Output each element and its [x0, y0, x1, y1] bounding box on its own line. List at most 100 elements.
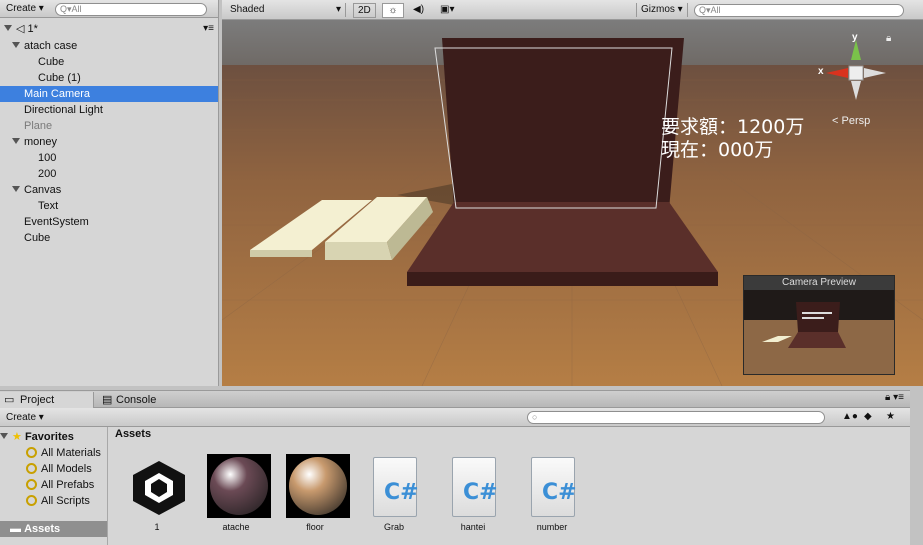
effects-toggle-icon[interactable]: ▣▾: [436, 3, 466, 17]
scene-name: 1*: [27, 23, 38, 35]
hierarchy-item-label: Cube: [38, 56, 65, 68]
asset-label: atache: [222, 522, 250, 532]
hierarchy-item[interactable]: Plane: [0, 118, 218, 134]
hierarchy-item[interactable]: Cube: [0, 54, 218, 70]
hierarchy-item[interactable]: Canvas: [0, 182, 218, 198]
lighting-toggle-icon[interactable]: ☼: [382, 3, 404, 18]
hierarchy-item[interactable]: Text: [0, 198, 218, 214]
scene-root-row[interactable]: ◁ 1* ▾≡: [0, 21, 218, 37]
search-filter-icon: [26, 463, 37, 474]
gizmos-dropdown[interactable]: Gizmos ▾: [636, 3, 688, 17]
case-base-front: [407, 272, 718, 286]
hierarchy-item-label: Plane: [24, 120, 53, 132]
favorites-header[interactable]: ★ Favorites: [0, 429, 74, 445]
project-toolbar: Create ▾ ○ ▲● ◆ ★: [0, 408, 910, 427]
unity-scene-icon: [133, 461, 185, 515]
hierarchy-item-label: 200: [38, 168, 57, 180]
hierarchy-item[interactable]: Cube: [0, 230, 218, 246]
audio-toggle-icon[interactable]: ◀): [409, 3, 431, 17]
star-icon: ★: [12, 431, 22, 443]
project-tabbar: ▭ Project ▤ Console 🔒︎ ▾≡: [0, 391, 910, 408]
scene-panel: Shaded ▾ 2D ☼ ◀) ▣▾ Gizmos ▾ Q▾All 要求額：1…: [222, 0, 923, 386]
axis-x-label: x: [818, 66, 824, 77]
unity-logo-icon: ◁: [16, 23, 25, 35]
hierarchy-item[interactable]: 100: [0, 150, 218, 166]
material-icon: [286, 454, 350, 518]
hierarchy-item-label: EventSystem: [24, 216, 89, 228]
hierarchy-item-label: atach case: [24, 40, 78, 52]
shading-mode-dropdown[interactable]: Shaded ▾: [226, 3, 346, 17]
project-create-button[interactable]: Create ▾: [2, 411, 48, 425]
hierarchy-item[interactable]: Main Camera: [0, 86, 218, 102]
hierarchy-item[interactable]: 200: [0, 166, 218, 182]
persp-label[interactable]: < Persp: [832, 115, 870, 127]
project-sidebar: ★ Favorites All Materials All Models All P…: [0, 427, 108, 545]
project-menu-icon[interactable]: 🔒︎ ▾≡: [885, 392, 904, 403]
asset-label: 1: [154, 522, 160, 532]
scene-viewport[interactable]: 要求額：1200万 現在：000万 y x 🔒︎ < Persp Camera …: [222, 20, 923, 386]
search-filter-icon: [26, 479, 37, 490]
asset-label: floor: [306, 522, 324, 532]
hierarchy-item[interactable]: EventSystem: [0, 214, 218, 230]
scene-toolbar: Shaded ▾ 2D ☼ ◀) ▣▾ Gizmos ▾ Q▾All: [222, 0, 923, 20]
search-filter-icon: [26, 447, 37, 458]
expand-arrow-icon[interactable]: [12, 42, 20, 48]
console-icon: ▤: [102, 394, 113, 406]
filter-type-icon[interactable]: ▲●: [838, 410, 862, 424]
case-lid: [442, 38, 684, 210]
filter-label-icon[interactable]: ◆: [860, 410, 876, 424]
favorite-star-icon[interactable]: ★: [882, 410, 899, 424]
hierarchy-item-label: Cube (1): [38, 72, 81, 84]
tab-project[interactable]: ▭ Project: [0, 392, 94, 408]
favorite-item[interactable]: All Prefabs: [26, 477, 94, 493]
hierarchy-item[interactable]: atach case: [0, 38, 218, 54]
folder-icon: ▭: [4, 394, 15, 406]
assets-breadcrumb[interactable]: Assets: [115, 428, 151, 440]
hierarchy-menu-icon[interactable]: ▾≡: [203, 21, 214, 37]
hierarchy-toolbar: Create ▾ Q▾All: [0, 0, 218, 18]
favorite-item-label: All Materials: [41, 447, 101, 459]
hierarchy-item[interactable]: money: [0, 134, 218, 150]
hierarchy-item-label: Cube: [24, 232, 51, 244]
expand-arrow-icon[interactable]: [12, 186, 20, 192]
asset-label: number: [536, 522, 568, 532]
search-filter-icon: [26, 495, 37, 506]
hierarchy-item-label: Main Camera: [24, 88, 91, 100]
mode-2d-button[interactable]: 2D: [353, 3, 376, 18]
csharp-script-icon: C#: [452, 457, 498, 517]
case-base-top: [407, 202, 718, 272]
money-200-front: [325, 242, 392, 260]
scene-search-input[interactable]: Q▾All: [694, 4, 904, 17]
csharp-script-icon: C#: [531, 457, 577, 517]
hierarchy-item-label: Directional Light: [24, 104, 103, 116]
sidebar-item-assets[interactable]: ▬ Assets: [0, 521, 107, 537]
canvas-text: 要求額：1200万 現在：000万: [661, 116, 804, 162]
lock-icon[interactable]: 🔒︎: [886, 33, 891, 44]
axis-y-label: y: [852, 32, 858, 43]
current-amount-text: 現在：000万: [661, 139, 774, 161]
favorite-item-label: All Scripts: [41, 495, 90, 507]
favorite-item[interactable]: All Scripts: [26, 493, 90, 509]
hierarchy-item[interactable]: Directional Light: [0, 102, 218, 118]
hierarchy-search-input[interactable]: Q▾All: [55, 3, 207, 16]
goal-amount-text: 要求額：1200万: [661, 116, 805, 138]
material-icon: [207, 454, 271, 518]
camera-preview: Camera Preview: [743, 275, 895, 375]
favorite-item[interactable]: All Materials: [26, 445, 101, 461]
favorite-item-label: All Models: [41, 463, 92, 475]
camera-preview-title: Camera Preview: [744, 276, 894, 290]
tab-console[interactable]: ▤ Console: [96, 392, 164, 408]
hierarchy-panel: Create ▾ Q▾All ◁ 1* ▾≡ atach case Cube Cub…: [0, 0, 219, 386]
right-scroll-strip: [910, 386, 923, 545]
money-100-front: [250, 250, 312, 257]
project-search-input[interactable]: ○: [527, 411, 825, 424]
hierarchy-item-label: Text: [38, 200, 59, 212]
csharp-script-icon: C#: [373, 457, 419, 517]
hierarchy-create-button[interactable]: Create ▾: [2, 2, 48, 16]
favorite-item-label: All Prefabs: [41, 479, 95, 491]
favorite-item[interactable]: All Models: [26, 461, 92, 477]
camera-preview-render: [744, 290, 894, 374]
hierarchy-item-label: money: [24, 136, 58, 148]
expand-arrow-icon[interactable]: [12, 138, 20, 144]
hierarchy-item[interactable]: Cube (1): [0, 70, 218, 86]
